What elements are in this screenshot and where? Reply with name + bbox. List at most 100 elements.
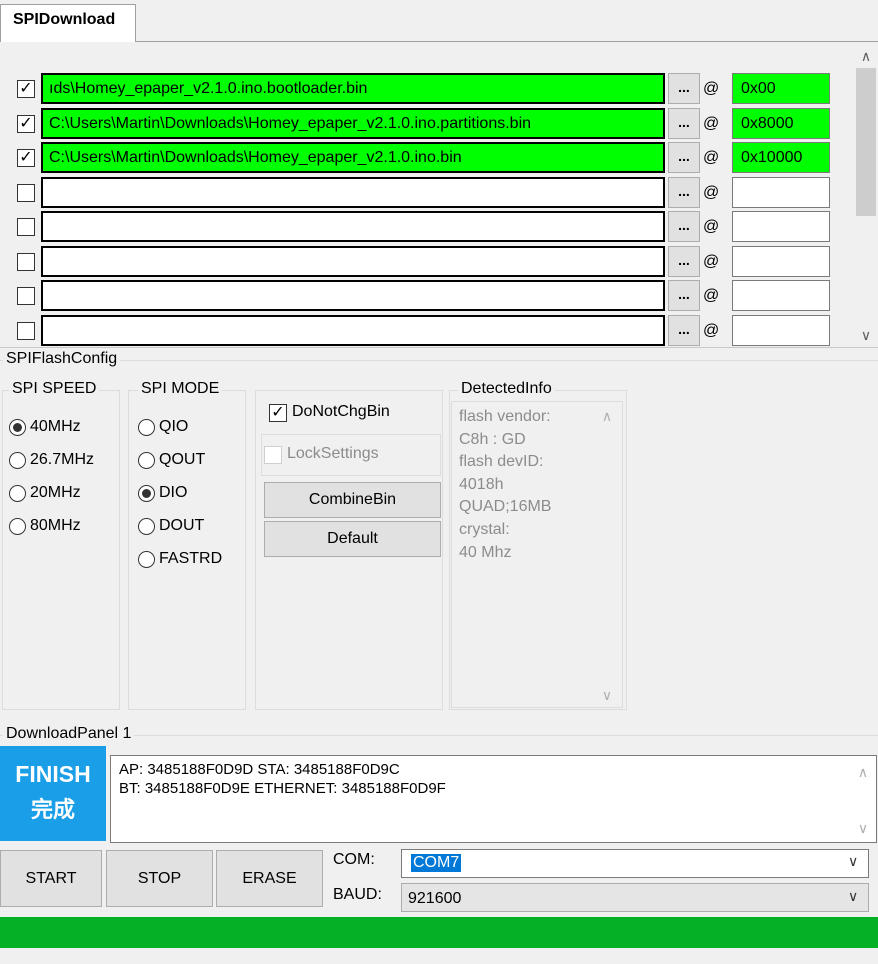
file-checkbox[interactable] [17,252,35,271]
file-path-field[interactable] [41,314,665,346]
at-label: @ [703,80,720,97]
at-label: @ [703,218,720,235]
file-checkbox[interactable] [17,287,35,305]
log-line: AP: 3485188F0D9D STA: 3485188F0D9C [119,761,400,778]
browse-button[interactable]: ... [668,211,700,242]
file-checkbox[interactable]: ✓ [17,149,35,167]
status-badge: FINISH 完成 [0,746,106,841]
mode-radio[interactable] [138,419,155,436]
at-label: @ [703,287,720,304]
speed-radio[interactable] [9,419,26,436]
browse-button[interactable]: ... [668,245,700,277]
speed-radio[interactable] [9,452,26,469]
file-path-field[interactable] [41,245,665,277]
detected-info-line: 4018h [459,475,504,493]
do-not-chg-bin-label: DoNotChgBin [292,403,390,420]
speed-option-label: 20MHz [30,484,81,501]
mode-option-label: DIO [159,484,188,501]
baud-select[interactable]: 921600 ∨ [401,883,869,912]
chevron-down-icon: ∨ [848,853,859,869]
detected-info-line: crystal: [459,520,510,538]
progress-bar [0,917,878,948]
browse-button[interactable]: ... [668,142,700,173]
speed-option-label: 26.7MHz [30,451,95,468]
file-checkbox[interactable] [17,183,35,202]
speed-option-label: 40MHz [30,418,81,435]
baud-value: 921600 [408,890,462,907]
spi-speed-group [2,390,120,710]
file-path-field[interactable] [41,211,665,242]
address-field[interactable] [732,211,830,242]
start-button[interactable]: START [0,850,102,907]
spi-speed-title: SPI SPEED [9,380,100,398]
mode-radio[interactable] [138,485,155,502]
erase-button[interactable]: ERASE [216,850,323,907]
file-path-field[interactable] [41,280,665,311]
log-scroll-up-icon[interactable]: ∧ [853,762,873,782]
baud-label: BAUD: [333,886,382,903]
tab-spidownload[interactable]: SPIDownload [0,4,136,42]
scroll-down-icon[interactable]: ∨ [856,325,876,345]
detected-scroll-down-icon[interactable]: ∨ [597,685,617,705]
mode-option-label: FASTRD [159,550,223,567]
com-select[interactable]: COM7 ∨ [401,849,869,878]
detected-info-title: DetectedInfo [458,380,555,398]
detected-info-text: flash vendor: C8h : GD flash devID: 4018h QU… [451,401,623,708]
mode-radio[interactable] [138,518,155,535]
file-checkbox[interactable]: ✓ [17,80,35,98]
file-path-field[interactable]: C:\Users\Martin\Downloads\Homey_epaper_v… [41,107,665,139]
at-label: @ [703,149,720,166]
address-field[interactable] [732,314,830,346]
speed-option-label: 80MHz [30,517,81,534]
at-label: @ [703,183,720,201]
scroll-up-icon[interactable]: ∧ [856,46,876,66]
status-cn: 完成 [30,797,75,822]
chevron-down-icon: ∨ [848,888,859,904]
file-path-field[interactable] [41,176,665,208]
address-field[interactable] [732,280,830,311]
mode-radio[interactable] [138,551,155,568]
address-field[interactable]: 0x8000 [732,107,830,139]
browse-button[interactable]: ... [668,176,700,208]
file-checkbox[interactable] [17,321,35,340]
browse-button[interactable]: ... [668,73,700,104]
log-output[interactable]: AP: 3485188F0D9D STA: 3485188F0D9C BT: 3… [110,755,877,843]
do-not-chg-bin-checkbox[interactable]: ✓ [269,404,287,422]
detected-info-line: QUAD;16MB [459,498,552,516]
scrollbar-thumb[interactable] [856,68,876,216]
speed-radio[interactable] [9,518,26,535]
detected-info-line: C8h : GD [459,430,526,448]
default-button[interactable]: Default [264,521,441,557]
speed-radio[interactable] [9,485,26,502]
stop-button[interactable]: STOP [106,850,213,907]
address-field[interactable]: 0x10000 [732,142,830,173]
at-label: @ [703,252,720,270]
detected-scroll-up-icon[interactable]: ∧ [597,406,617,426]
file-path-field[interactable]: C:\Users\Martin\Downloads\Homey_epaper_v… [41,142,665,173]
address-field[interactable] [732,176,830,208]
status-en: FINISH [15,761,91,787]
mode-option-label: QOUT [159,451,206,468]
log-scroll-down-icon[interactable]: ∨ [853,818,873,838]
file-path-field[interactable]: ıds\Homey_epaper_v2.1.0.ino.bootloader.b… [41,73,665,104]
browse-button[interactable]: ... [668,314,700,346]
lock-settings-checkbox[interactable] [264,446,282,464]
detected-info-line: flash devID: [459,453,544,471]
combine-bin-button[interactable]: CombineBin [264,482,441,518]
address-field[interactable] [732,245,830,277]
file-checkbox[interactable]: ✓ [17,114,35,133]
download-panel-title: DownloadPanel 1 [3,725,135,743]
com-label: COM: [333,851,375,868]
mode-option-label: QIO [159,418,189,435]
at-label: @ [703,114,720,132]
browse-button[interactable]: ... [668,280,700,311]
file-checkbox[interactable] [17,218,35,236]
address-field[interactable]: 0x00 [732,73,830,104]
log-line: BT: 3485188F0D9E ETHERNET: 3485188F0D9F [119,780,446,797]
spi-flash-config-title: SPIFlashConfig [3,350,121,368]
mode-radio[interactable] [138,452,155,469]
detected-info-line: 40 Mhz [459,543,512,561]
mode-option-label: DOUT [159,517,205,534]
lock-settings-label: LockSettings [287,445,379,462]
browse-button[interactable]: ... [668,107,700,139]
